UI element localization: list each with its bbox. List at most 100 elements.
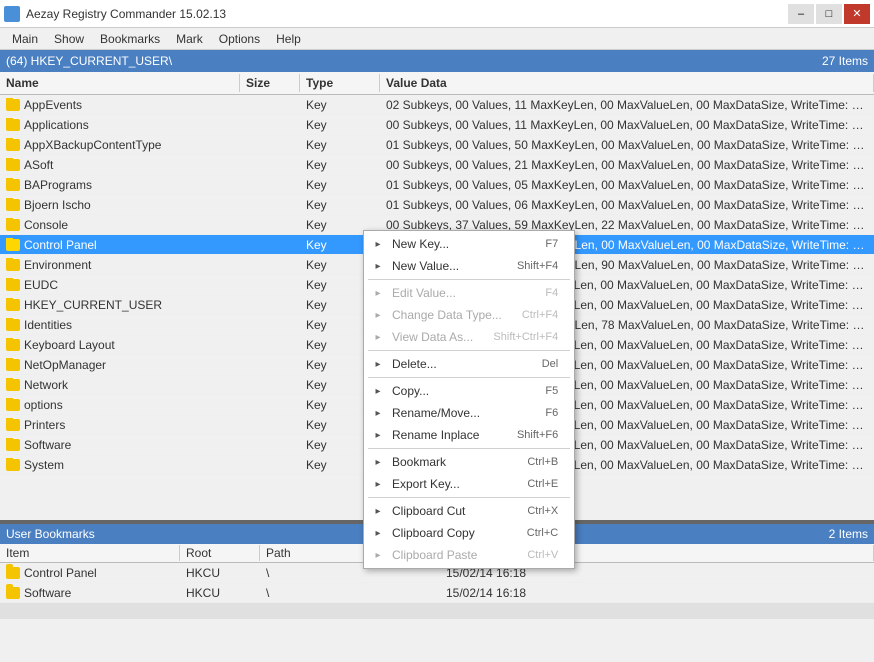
ctx-item-new-value---[interactable]: ▸New Value...Shift+F4 xyxy=(364,255,574,277)
bookmark-row[interactable]: SoftwareHKCU\15/02/14 16:18 xyxy=(0,583,874,603)
close-button[interactable]: ✕ xyxy=(844,4,870,24)
cell-name: System xyxy=(0,458,240,472)
bth-root: Root xyxy=(180,545,260,561)
menu-item-help[interactable]: Help xyxy=(268,30,309,48)
cell-type: Key xyxy=(300,118,380,132)
menu-item-show[interactable]: Show xyxy=(46,30,92,48)
col-header-value: Value Data xyxy=(380,74,874,92)
table-row[interactable]: Bjoern IschoKey01 Subkeys, 00 Values, 06… xyxy=(0,195,874,215)
menu-item-main[interactable]: Main xyxy=(4,30,46,48)
ctx-shortcut: Ctrl+E xyxy=(527,478,558,490)
folder-icon xyxy=(6,219,20,231)
folder-icon xyxy=(6,119,20,131)
ctx-separator xyxy=(368,377,570,378)
cell-name: Environment xyxy=(0,258,240,272)
menu-item-options[interactable]: Options xyxy=(211,30,268,48)
cell-name: options xyxy=(0,398,240,412)
rename-inplace-icon: ▸ xyxy=(370,427,386,443)
ctx-shortcut: Shift+F6 xyxy=(517,429,558,441)
item-count: 27 Items xyxy=(822,54,868,68)
cell-name: AppXBackupContentType xyxy=(0,138,240,152)
cell-name: BAPrograms xyxy=(0,178,240,192)
menu-bar: MainShowBookmarksMarkOptionsHelp xyxy=(0,28,874,50)
new-key-icon: ▸ xyxy=(370,236,386,252)
cell-type: Key xyxy=(300,98,380,112)
col-header-type: Type xyxy=(300,74,380,92)
ctx-label: Clipboard Paste xyxy=(392,548,477,562)
cell-name: ASoft xyxy=(0,158,240,172)
bookmarks-title: User Bookmarks xyxy=(6,527,95,541)
ctx-shortcut: Shift+Ctrl+F4 xyxy=(493,331,558,343)
ctx-label: View Data As... xyxy=(392,330,473,344)
ctx-shortcut: F4 xyxy=(545,287,558,299)
ctx-item-bookmark[interactable]: ▸BookmarkCtrl+B xyxy=(364,451,574,473)
ctx-label: Copy... xyxy=(392,384,429,398)
change-icon: ▸ xyxy=(370,307,386,323)
menu-item-bookmarks[interactable]: Bookmarks xyxy=(92,30,168,48)
ctx-separator xyxy=(368,497,570,498)
menu-item-mark[interactable]: Mark xyxy=(168,30,211,48)
folder-icon xyxy=(6,319,20,331)
table-row[interactable]: BAProgramsKey01 Subkeys, 00 Values, 05 M… xyxy=(0,175,874,195)
ctx-item-rename-move---[interactable]: ▸ Rename/Move... F6 xyxy=(364,402,574,424)
address-path: (64) HKEY_CURRENT_USER\ xyxy=(6,54,172,68)
cell-value: 01 Subkeys, 00 Values, 50 MaxKeyLen, 00 … xyxy=(380,138,874,152)
ctx-item-new-key---[interactable]: ▸ New Key... F7 xyxy=(364,233,574,255)
ctx-label: Rename Inplace xyxy=(392,428,479,442)
folder-icon xyxy=(6,259,20,271)
ctx-label: Bookmark xyxy=(392,455,446,469)
view-icon: ▸ xyxy=(370,329,386,345)
table-row[interactable]: AppXBackupContentType Key01 Subkeys, 00 V… xyxy=(0,135,874,155)
paste-icon: ▸ xyxy=(370,547,386,563)
cell-type: Key xyxy=(300,158,380,172)
ctx-label: Rename/Move... xyxy=(392,406,480,420)
folder-icon xyxy=(6,567,20,579)
minimize-button[interactable]: – xyxy=(788,4,814,24)
cell-name: Keyboard Layout xyxy=(0,338,240,352)
ctx-label: New Value... xyxy=(392,259,459,273)
app-icon xyxy=(4,6,20,22)
col-header-size: Size xyxy=(240,74,300,92)
ctx-item-delete---[interactable]: ▸Delete...Del xyxy=(364,353,574,375)
cell-name: HKEY_CURRENT_USER xyxy=(0,298,240,312)
cut-icon: ▸ xyxy=(370,503,386,519)
ctx-item-clipboard-cut[interactable]: ▸Clipboard CutCtrl+X xyxy=(364,500,574,522)
ctx-item-export-key---[interactable]: ▸Export Key...Ctrl+E xyxy=(364,473,574,495)
ctx-item-rename-inplace[interactable]: ▸ Rename Inplace Shift+F6 xyxy=(364,424,574,446)
ctx-label: Clipboard Cut xyxy=(392,504,465,518)
ctx-shortcut: Del xyxy=(542,358,559,370)
folder-icon xyxy=(6,99,20,111)
bookmark-item: Control Panel xyxy=(0,566,180,580)
edit-icon: ▸ xyxy=(370,285,386,301)
ctx-shortcut: F6 xyxy=(545,407,558,419)
address-bar: (64) HKEY_CURRENT_USER\ 27 Items xyxy=(0,50,874,72)
ctx-separator xyxy=(368,279,570,280)
ctx-label: New Key... xyxy=(392,237,449,251)
cell-name: Identities xyxy=(0,318,240,332)
table-header: Name Size Type Value Data xyxy=(0,72,874,95)
context-menu: ▸New Key...F7▸New Value...Shift+F4▸Edit … xyxy=(363,230,575,569)
maximize-button[interactable]: □ xyxy=(816,4,842,24)
title-bar-controls: – □ ✕ xyxy=(788,4,870,24)
ctx-item-copy---[interactable]: ▸Copy...F5 xyxy=(364,380,574,402)
ctx-item-clipboard-copy[interactable]: ▸Clipboard CopyCtrl+C xyxy=(364,522,574,544)
bookmark-icon: ▸ xyxy=(370,454,386,470)
bottom-hscroll[interactable] xyxy=(0,603,874,619)
cell-name: Control Panel xyxy=(0,238,240,252)
title-bar-left: Aezay Registry Commander 15.02.13 xyxy=(4,6,226,22)
table-row[interactable]: ASoftKey00 Subkeys, 00 Values, 21 MaxKey… xyxy=(0,155,874,175)
ctx-shortcut: F7 xyxy=(545,238,558,250)
rename-icon: ▸ xyxy=(370,405,386,421)
cell-type: Key xyxy=(300,138,380,152)
ctx-shortcut: F5 xyxy=(545,385,558,397)
table-row[interactable]: ApplicationsKey00 Subkeys, 00 Values, 11… xyxy=(0,115,874,135)
table-row[interactable]: AppEventsKey02 Subkeys, 00 Values, 11 Ma… xyxy=(0,95,874,115)
cell-name: NetOpManager xyxy=(0,358,240,372)
bth-item: Item xyxy=(0,545,180,561)
folder-icon xyxy=(6,419,20,431)
ctx-label: Clipboard Copy xyxy=(392,526,475,540)
bookmark-root: HKCU xyxy=(180,586,260,600)
ctx-separator xyxy=(368,350,570,351)
cell-type: Key xyxy=(300,178,380,192)
bookmarks-body: Control PanelHKCU\15/02/14 16:18Software… xyxy=(0,563,874,603)
